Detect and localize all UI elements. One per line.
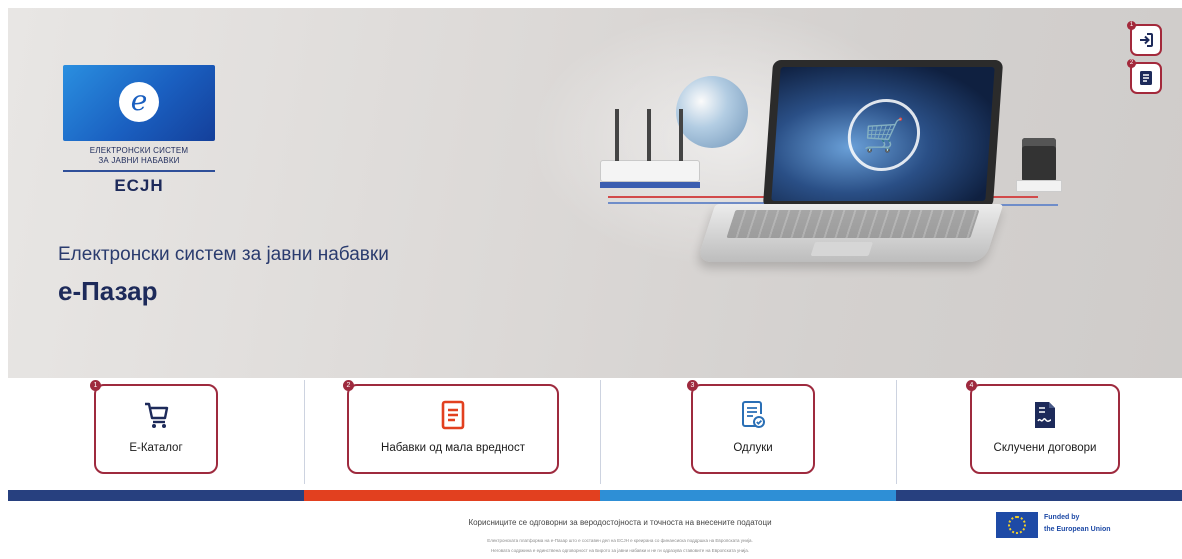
color-bar-blue (600, 490, 896, 501)
terminal-illustration (1022, 138, 1056, 182)
badge-number: 1 (1127, 21, 1136, 30)
esjn-logo: e (63, 65, 215, 141)
card-badge: 4 (966, 380, 977, 391)
card-badge: 2 (343, 380, 354, 391)
hero-title: е-Пазар (58, 276, 158, 306)
documents-button[interactable]: 2 (1127, 59, 1162, 94)
card-divider (304, 380, 305, 484)
login-button[interactable]: 1 (1127, 21, 1162, 56)
card-decisions[interactable]: 3 Одлуки (687, 380, 815, 474)
footer-fine-print-1: Електронската платформа на е-Пазар што е… (487, 538, 753, 543)
logo-line-2: ЗА ЈАВНИ НАБАВКИ (98, 156, 180, 165)
laptop-illustration: 🛒 (762, 60, 1004, 208)
card-e-catalog[interactable]: 1 Е-Каталог (90, 380, 218, 474)
card-low-value-procurement[interactable]: 2 Набавки од мала вредност (343, 380, 559, 474)
router-illustration (600, 109, 700, 182)
laptop-display: 🛒 (771, 67, 995, 201)
badge-number: 2 (1127, 59, 1136, 68)
eu-funded-line-1: Funded by (1044, 514, 1080, 521)
card-badge: 1 (90, 380, 101, 391)
card-signed-contracts[interactable]: 4 Склучени договори (966, 380, 1120, 474)
logo-separator (63, 170, 215, 172)
eu-stars (1008, 516, 1026, 534)
card-label: Набавки од мала вредност (381, 442, 525, 454)
card-divider (600, 380, 601, 484)
footer-disclaimer: Корисниците се одговорни за веродостојно… (468, 518, 772, 527)
color-bar-navy (8, 490, 304, 501)
eu-flag-icon (996, 512, 1038, 538)
laptop-keys (726, 210, 980, 238)
router-base (600, 182, 700, 188)
card-divider (896, 380, 897, 484)
list-document-icon (441, 400, 465, 430)
login-icon (1140, 33, 1153, 47)
signed-contract-icon (1035, 402, 1055, 428)
cable-line (608, 196, 778, 198)
laptop-touchpad (810, 242, 874, 256)
cart-icon: 🛒 (845, 99, 923, 171)
eu-funded-line-2: the European Union (1044, 526, 1111, 533)
hero-banner: e ЕЛЕКТРОНСКИ СИСТЕМ ЗА ЈАВНИ НАБАВКИ ЕС… (8, 8, 1182, 378)
logo-abbreviation: ЕСЈН (114, 176, 164, 195)
logo-line-1: ЕЛЕКТРОНСКИ СИСТЕМ (89, 146, 189, 155)
logo-e-mark: e (119, 82, 159, 122)
footer-fine-print-2: Неговата содржина е единствена одговорно… (490, 548, 750, 553)
document-icon (1140, 71, 1152, 85)
globe-illustration (676, 76, 748, 148)
hero-subtitle: Електронски систем за јавни набавки (58, 244, 389, 265)
card-label: Склучени договори (993, 442, 1097, 454)
approved-document-icon (742, 401, 765, 428)
color-bar-navy-2 (896, 490, 1182, 501)
card-label: Е-Каталог (129, 442, 183, 454)
service-cards: 1 Е-Каталог 2 Набавки од мала вредност 3 (8, 378, 1182, 488)
card-label: Одлуки (733, 442, 773, 454)
card-badge: 3 (687, 380, 698, 391)
epazar-home: e ЕЛЕКТРОНСКИ СИСТЕМ ЗА ЈАВНИ НАБАВКИ ЕС… (0, 0, 1182, 559)
laptop-keyboard (696, 204, 1004, 262)
terminal-base (1016, 180, 1062, 192)
color-bar-red (304, 490, 600, 501)
cart-icon (145, 402, 169, 428)
